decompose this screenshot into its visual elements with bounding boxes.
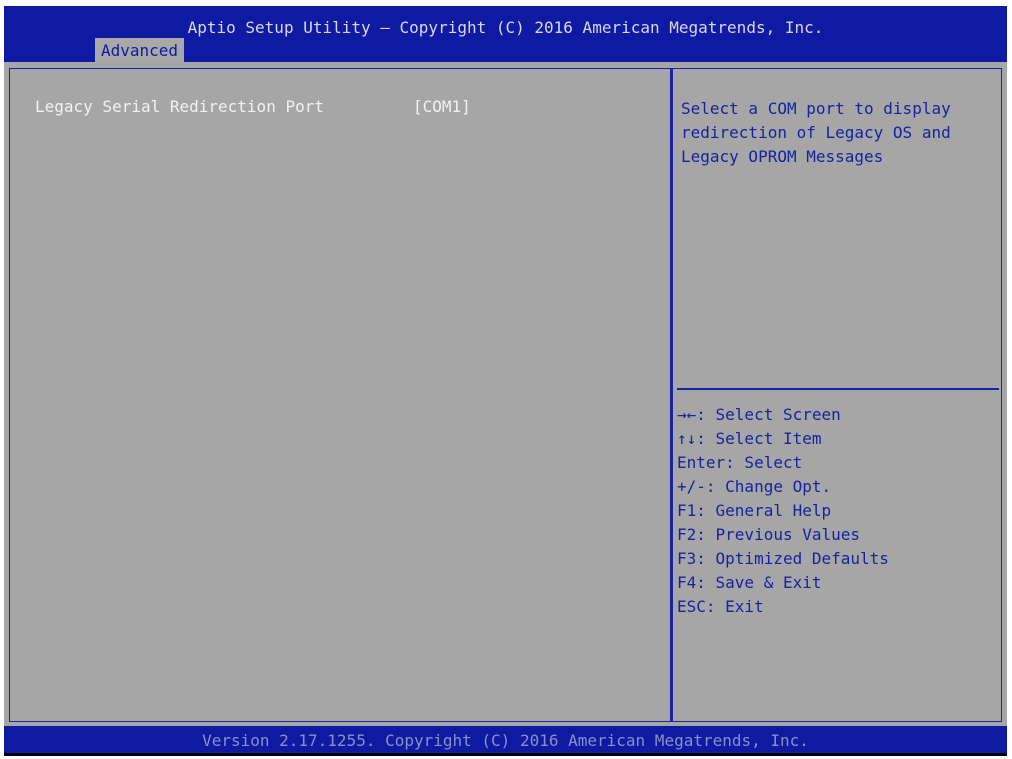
key-hint-optimized-defaults: F3: Optimized Defaults <box>677 549 889 568</box>
help-pane: Select a COM port to display redirection… <box>671 68 1002 722</box>
key-hint-general-help: F1: General Help <box>677 501 832 520</box>
setup-body: Legacy Serial Redirection Port [COM1] Se… <box>4 62 1007 726</box>
help-line: redirection of Legacy OS and <box>681 123 951 142</box>
key-hint-enter: Enter: Select <box>677 453 803 472</box>
key-hint-select-screen: →←: Select Screen <box>677 405 841 424</box>
version-text: Version 2.17.1255. Copyright (C) 2016 Am… <box>202 731 809 750</box>
help-divider <box>677 388 999 390</box>
settings-pane: Legacy Serial Redirection Port [COM1] <box>9 68 671 722</box>
key-hint-select-item: ↑↓: Select Item <box>677 429 822 448</box>
setting-value-legacy-serial-redirection-port[interactable]: [COM1] <box>413 97 471 116</box>
key-hint-change-opt: +/-: Change Opt. <box>677 477 832 496</box>
key-hint-esc-exit: ESC: Exit <box>677 597 764 616</box>
key-hint-previous-values: F2: Previous Values <box>677 525 861 544</box>
help-description: Select a COM port to display redirection… <box>681 97 951 169</box>
version-footer: Version 2.17.1255. Copyright (C) 2016 Am… <box>4 726 1007 753</box>
title-bar: Aptio Setup Utility – Copyright (C) 2016… <box>4 6 1007 62</box>
tab-advanced[interactable]: Advanced <box>95 38 185 62</box>
setting-label-legacy-serial-redirection-port[interactable]: Legacy Serial Redirection Port <box>35 97 324 116</box>
help-line: Select a COM port to display <box>681 99 951 118</box>
key-legend: →←: Select Screen ↑↓: Select Item Enter:… <box>677 403 889 619</box>
help-line: Legacy OPROM Messages <box>681 147 884 166</box>
key-hint-save-exit: F4: Save & Exit <box>677 573 822 592</box>
app-title: Aptio Setup Utility – Copyright (C) 2016… <box>187 18 824 37</box>
bios-setup-screen: Aptio Setup Utility – Copyright (C) 2016… <box>4 6 1007 756</box>
